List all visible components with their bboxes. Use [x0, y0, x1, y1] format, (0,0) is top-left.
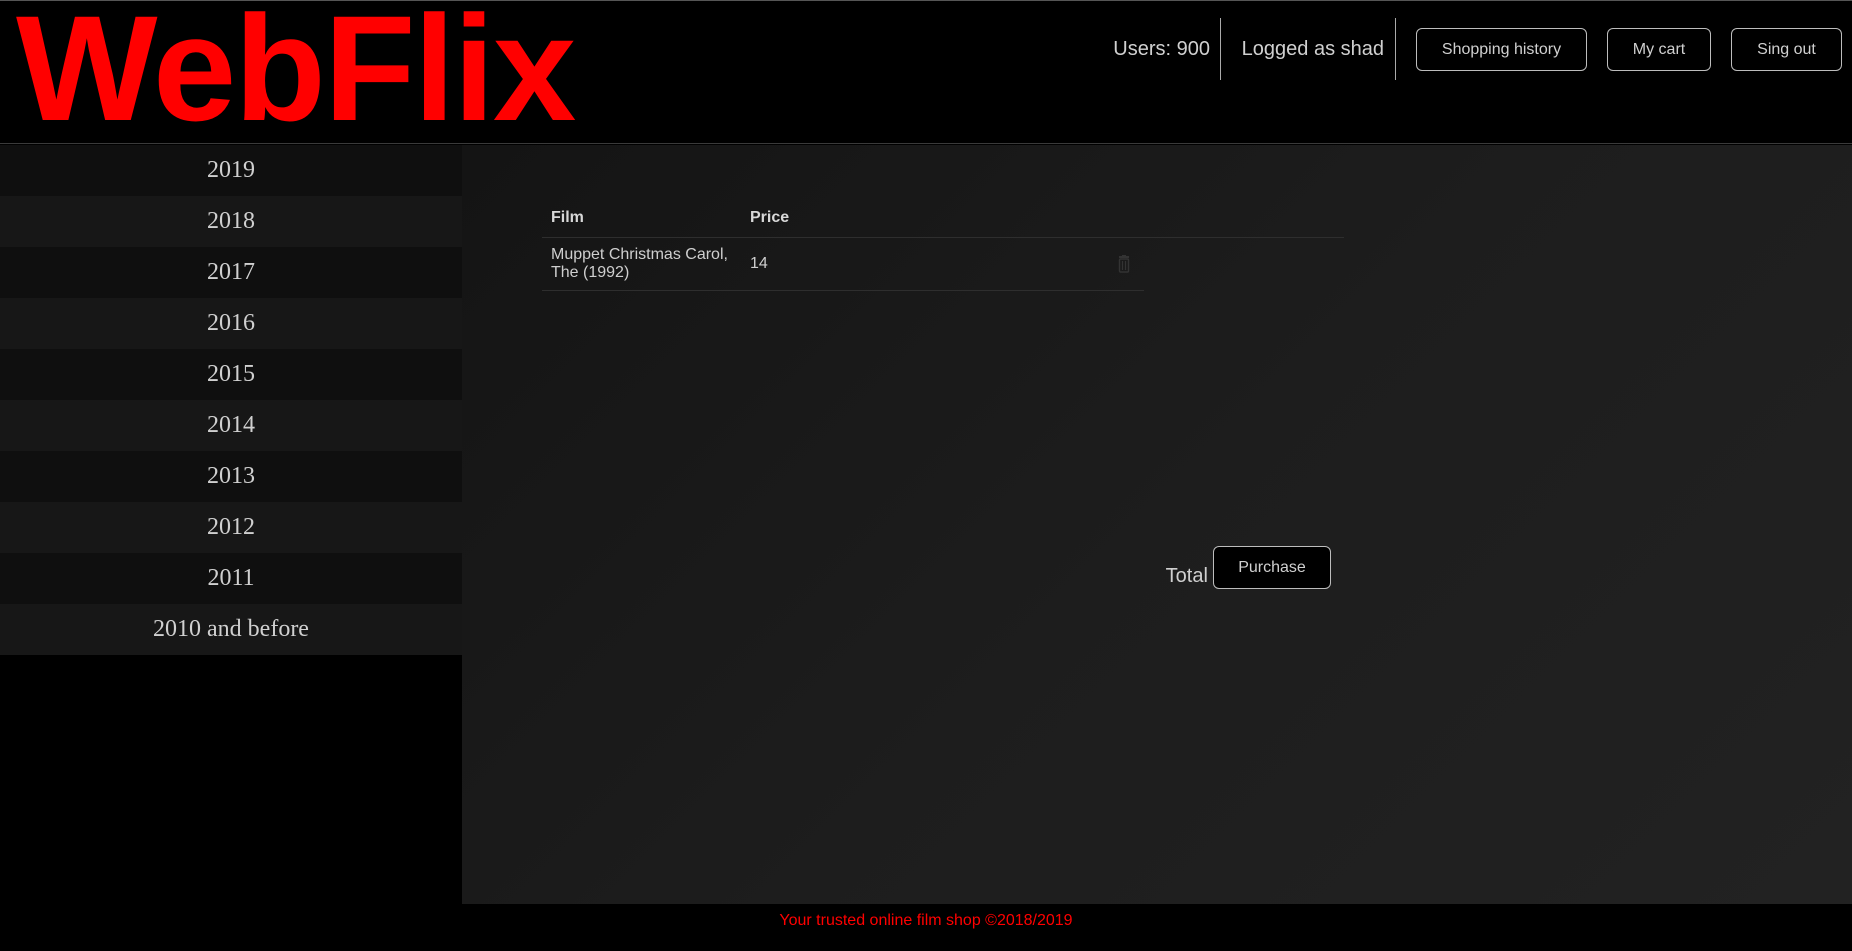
sidebar-item-2015[interactable]: 2015: [0, 349, 462, 400]
header: WebFlix Users: 900 Logged as shad Shoppi…: [0, 0, 1852, 144]
my-cart-button[interactable]: My cart: [1607, 28, 1711, 71]
sidebar-item-2013[interactable]: 2013: [0, 451, 462, 502]
users-count: Users: 900: [1100, 18, 1221, 80]
cart-table: Film Price Muppet Christmas Carol, The (…: [542, 199, 1344, 291]
sidebar-item-2016[interactable]: 2016: [0, 298, 462, 349]
footer-text: Your trusted online film shop ©2018/2019: [779, 912, 1073, 929]
shopping-history-button[interactable]: Shopping history: [1416, 28, 1587, 71]
sidebar-item-2017[interactable]: 2017: [0, 247, 462, 298]
sidebar-item-2011[interactable]: 2011: [0, 553, 462, 604]
film-title: Muppet Christmas Carol, The (1992): [551, 246, 728, 281]
purchase-button[interactable]: Purchase: [1213, 546, 1331, 589]
sidebar-item-2018[interactable]: 2018: [0, 196, 462, 247]
sidebar-item-2019[interactable]: 2019: [0, 145, 462, 196]
logged-user: Logged as shad: [1221, 18, 1396, 80]
table-row: Muppet Christmas Carol, The (1992) 14: [542, 238, 1144, 291]
main-content: Film Price Muppet Christmas Carol, The (…: [462, 145, 1852, 904]
sidebar: 2019 2018 2017 2016 2015 2014 2013 2012 …: [0, 145, 462, 904]
sign-out-button[interactable]: Sing out: [1731, 28, 1842, 71]
logo[interactable]: WebFlix: [16, 0, 576, 143]
footer: Your trusted online film shop ©2018/2019: [0, 904, 1852, 951]
table-header: Film Price: [542, 199, 1344, 238]
sidebar-item-2012[interactable]: 2012: [0, 502, 462, 553]
sidebar-item-2010-and-before[interactable]: 2010 and before: [0, 604, 462, 655]
film-price: 14: [750, 255, 768, 272]
column-header-film: Film: [551, 209, 584, 226]
trash-icon[interactable]: [1116, 255, 1132, 273]
column-header-price: Price: [750, 209, 790, 226]
sidebar-item-2014[interactable]: 2014: [0, 400, 462, 451]
